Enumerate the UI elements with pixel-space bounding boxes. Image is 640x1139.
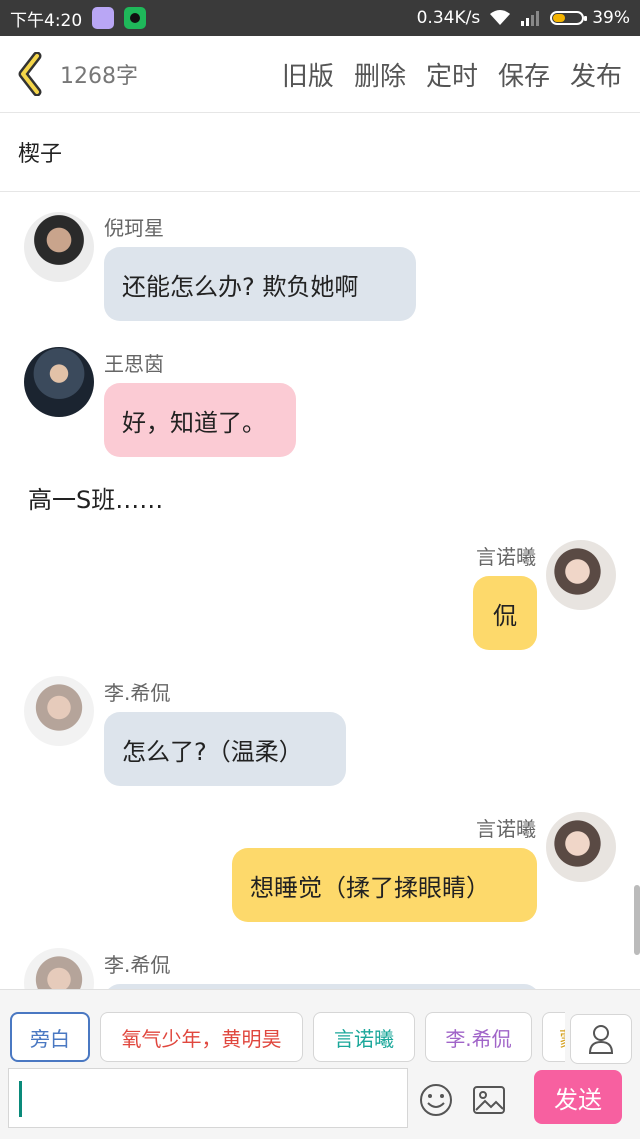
message-bubble[interactable]: 怎么了?（温柔） [104, 712, 346, 786]
emoji-button[interactable] [416, 1080, 456, 1120]
signal-icon [521, 11, 540, 26]
character-name: 王思茵 [104, 352, 164, 376]
message-bubble[interactable]: 侃 [473, 576, 537, 650]
smiley-icon [420, 1084, 452, 1116]
scrollbar[interactable] [634, 885, 640, 955]
music-app-icon [124, 7, 147, 29]
battery-icon [550, 11, 588, 25]
character-name: 倪珂星 [104, 216, 164, 240]
status-bar: 下午4:20 0.34K/s 39% [0, 0, 640, 36]
save-button[interactable]: 保存 [498, 56, 550, 93]
avatar[interactable] [24, 676, 94, 746]
send-button[interactable]: 发送 [534, 1070, 622, 1124]
status-time: 下午4:20 [10, 10, 83, 31]
role-selector: 旁白 氧气少年，黄明昊 言诺曦 李.希侃 蒙 [10, 1012, 565, 1064]
publish-button[interactable]: 发布 [570, 56, 622, 93]
word-count: 1268字 [60, 64, 138, 89]
back-button[interactable] [0, 36, 60, 112]
composer-panel: 旁白 氧气少年，黄明昊 言诺曦 李.希侃 蒙 发送 [0, 989, 640, 1139]
narration-text[interactable]: 高一S班…… [28, 480, 163, 515]
wifi-icon [490, 10, 511, 25]
role-chip[interactable]: 李.希侃 [425, 1012, 532, 1062]
chapter-title-field[interactable]: 楔子 [0, 113, 640, 192]
avatar[interactable] [24, 212, 94, 282]
chevron-left-icon [18, 52, 42, 96]
person-icon [588, 1025, 614, 1054]
role-chip[interactable]: 氧气少年，黄明昊 [100, 1012, 303, 1062]
delete-button[interactable]: 删除 [354, 56, 406, 93]
character-name: 言诺曦 [476, 817, 536, 841]
role-chip[interactable]: 言诺曦 [313, 1012, 415, 1062]
avatar[interactable] [24, 948, 94, 989]
role-chip-narrator[interactable]: 旁白 [10, 1012, 90, 1062]
character-name: 李.希侃 [104, 953, 171, 977]
message-bubble[interactable]: 想睡觉（揉了揉眼睛） [232, 848, 537, 922]
character-name: 言诺曦 [476, 545, 536, 569]
character-name: 李.希侃 [104, 681, 171, 705]
message-bubble[interactable]: 好，知道了。 [104, 383, 296, 457]
text-caret [19, 1081, 22, 1117]
network-speed: 0.34K/s [416, 8, 481, 28]
manage-roles-button[interactable] [570, 1014, 632, 1064]
chat-story-area[interactable]: 倪珂星 还能怎么办? 欺负她啊 王思茵 好，知道了。 高一S班…… 言诺曦 侃 … [0, 192, 640, 989]
message-bubble[interactable]: 还能怎么办? 欺负她啊 [104, 247, 416, 321]
battery-percent: 39% [592, 8, 630, 28]
old-version-button[interactable]: 旧版 [282, 56, 334, 93]
app-notification-icon [92, 7, 115, 29]
message-input[interactable] [8, 1068, 408, 1128]
image-button[interactable] [469, 1080, 509, 1120]
chapter-title: 楔子 [18, 142, 63, 167]
avatar[interactable] [24, 347, 94, 417]
avatar[interactable] [546, 812, 616, 882]
schedule-button[interactable]: 定时 [426, 56, 478, 93]
avatar[interactable] [546, 540, 616, 610]
role-chip[interactable]: 蒙 [542, 1012, 565, 1062]
editor-header: 1268字 旧版 删除 定时 保存 发布 [0, 36, 640, 113]
image-icon [473, 1086, 505, 1114]
